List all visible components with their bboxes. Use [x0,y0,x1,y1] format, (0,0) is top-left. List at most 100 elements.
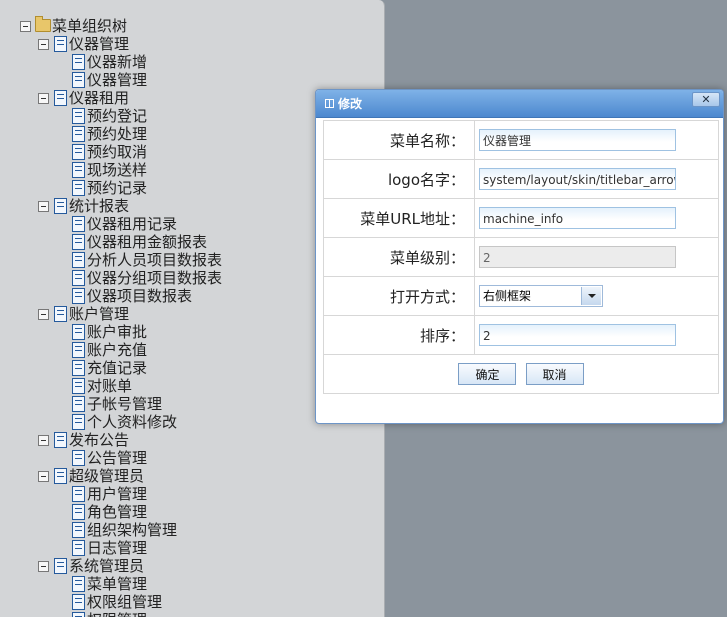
tree-node-label: 仪器管理 [87,71,148,89]
page-icon [72,360,85,376]
page-icon [72,414,85,430]
tree-node-label: 账户充值 [87,341,148,359]
collapse-toggle-icon[interactable] [38,309,49,320]
collapse-toggle-icon[interactable] [20,21,31,32]
tree-node-label: 仪器新增 [87,53,148,71]
page-icon [54,468,67,484]
page-icon [72,396,85,412]
open-mode-select[interactable]: 右侧框架 [479,285,603,307]
page-icon [72,594,85,610]
page-icon [72,144,85,160]
page-icon [72,126,85,142]
dialog-title: 修改 [338,97,363,111]
menu-level-label: 菜单级别： [323,237,475,277]
tree-node-label: 超级管理员 [69,467,145,485]
form-row-sort: 排序： 2 [323,315,719,355]
tree-node-label: 预约登记 [87,107,148,125]
page-icon [72,72,85,88]
collapse-toggle-icon[interactable] [38,39,49,50]
sort-input[interactable]: 2 [479,324,676,346]
page-icon [54,558,67,574]
confirm-button[interactable]: 确定 [458,363,517,385]
page-icon [72,522,85,538]
page-icon [72,234,85,250]
collapse-toggle-icon[interactable] [38,201,49,212]
tree-node-label: 预约取消 [87,143,148,161]
tree-node-label: 日志管理 [87,539,148,557]
tree-node-label: 角色管理 [87,503,148,521]
collapse-toggle-icon[interactable] [38,561,49,572]
tree-node-label: 子帐号管理 [87,395,163,413]
tree-node-label: 仪器管理 [69,35,130,53]
form-row-menu-url: 菜单URL地址： machine_info [323,198,719,238]
page-icon [72,180,85,196]
tree-node-label: 系统管理员 [69,557,145,575]
tree-node-label: 仪器租用 [69,89,130,107]
form-row-menu-name: 菜单名称： 仪器管理 [323,120,719,160]
edit-dialog: 修改 ✕ 菜单名称： 仪器管理 logo名字： system/layout/sk… [315,89,724,424]
tree-node-label: 权限管理 [87,611,147,617]
tree-node-label: 分析人员项目数报表 [87,251,223,269]
page-icon [72,576,85,592]
page-icon [54,198,67,214]
menu-url-label: 菜单URL地址： [323,198,475,238]
tree-node-label: 统计报表 [69,197,130,215]
page-icon [72,108,85,124]
page-icon [72,504,85,520]
edit-form: 菜单名称： 仪器管理 logo名字： system/layout/skin/ti… [323,120,719,394]
page-icon [72,216,85,232]
page-icon [72,288,85,304]
tree-node-label: 对账单 [87,377,133,395]
tree-node-label: 仪器项目数报表 [87,287,193,305]
collapse-toggle-icon[interactable] [38,93,49,104]
menu-name-input[interactable]: 仪器管理 [479,129,676,151]
sort-label: 排序： [323,315,475,355]
page-icon [72,378,85,394]
page-icon [72,54,85,70]
tree-node-label: 现场送样 [87,161,148,179]
tree-node-label: 预约记录 [87,179,148,197]
page-icon [72,270,85,286]
tree-node-label: 菜单组织树 [52,17,128,35]
page-icon [72,486,85,502]
tree-node-label: 账户审批 [87,323,148,341]
collapse-toggle-icon[interactable] [38,471,49,482]
tree-node-label: 组织架构管理 [87,521,178,539]
page-icon [54,306,67,322]
tree-node-label: 仪器分组项目数报表 [87,269,223,287]
page-icon [72,540,85,556]
collapse-toggle-icon[interactable] [38,435,49,446]
menu-url-input[interactable]: machine_info [479,207,676,229]
page-icon [54,432,67,448]
form-row-buttons: 确定 取消 [323,354,719,394]
page-icon [54,36,67,52]
open-mode-label: 打开方式： [323,276,475,316]
form-row-open-mode: 打开方式： 右侧框架 [323,276,719,316]
page-icon [72,450,85,466]
tree-node-label: 仪器租用金额报表 [87,233,208,251]
chevron-down-icon[interactable] [581,287,601,305]
form-row-logo-name: logo名字： system/layout/skin/titlebar_arro… [323,159,719,199]
page-icon [72,342,85,358]
tree-node-label: 菜单管理 [87,575,148,593]
page-icon [72,252,85,268]
menu-level-input: 2 [479,246,676,268]
logo-name-input[interactable]: system/layout/skin/titlebar_arrow.g [479,168,676,190]
page-icon [72,612,85,617]
folder-icon [35,16,51,32]
menu-name-label: 菜单名称： [323,120,475,160]
tree-node-label: 仪器租用记录 [87,215,178,233]
close-icon[interactable]: ✕ [692,92,720,107]
form-row-menu-level: 菜单级别： 2 [323,237,719,277]
tree-node-label: 预约处理 [87,125,148,143]
dialog-header[interactable]: 修改 ✕ [316,90,723,118]
tree-node-label: 用户管理 [87,485,148,503]
tree-node-label: 账户管理 [69,305,130,323]
page-icon [54,90,67,106]
page-icon [72,324,85,340]
tree-node-label: 权限组管理 [87,593,163,611]
tree-node-label: 个人资料修改 [87,413,178,431]
open-mode-value: 右侧框架 [483,289,532,303]
cancel-button[interactable]: 取消 [525,363,584,385]
tree-node-label: 发布公告 [69,431,130,449]
